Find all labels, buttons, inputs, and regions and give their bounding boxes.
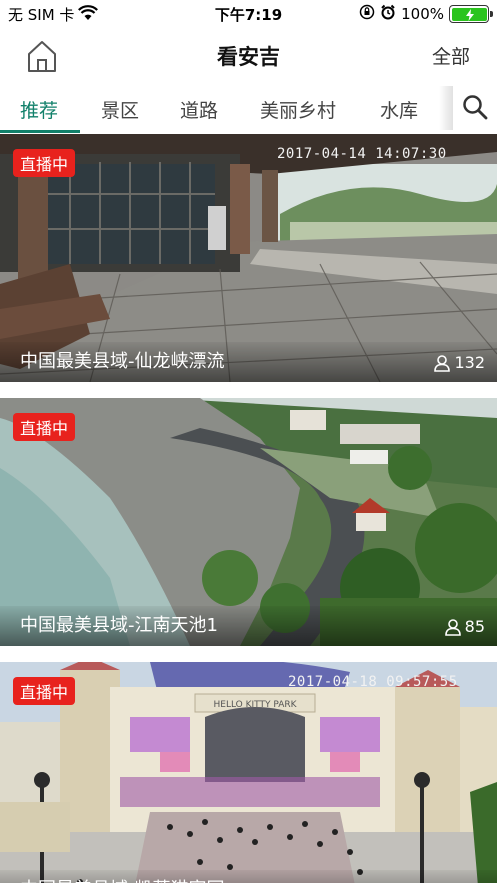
live-badge: 直播中: [13, 149, 76, 177]
page-title: 看安吉: [217, 45, 280, 69]
alarm-icon: [380, 4, 396, 24]
stream-timestamp: 2017-04-14 14:07:30: [277, 146, 447, 162]
home-icon: [28, 41, 56, 72]
battery-icon: [449, 5, 493, 23]
viewer-icon: [434, 354, 451, 372]
home-button[interactable]: [22, 36, 62, 76]
tab-villages[interactable]: 美丽乡村: [260, 96, 336, 123]
stream-card[interactable]: HELLO KITTY PARK 直播中 2017-04-18 09:57:55: [0, 662, 497, 883]
search-icon: [463, 95, 488, 120]
viewer-count-value: 85: [464, 617, 485, 636]
live-badge: 直播中: [13, 677, 76, 705]
battery-percent: 100%: [401, 5, 444, 23]
battery-level: [451, 7, 487, 21]
viewer-count-value: 132: [454, 353, 485, 372]
viewer-count: 85: [444, 617, 485, 636]
stream-feed: 直播中 2017-04-14 14:07:30 中国最美县域-仙龙峡漂流 132: [0, 134, 497, 883]
active-tab-indicator: [0, 130, 80, 133]
tab-reservoir[interactable]: 水库: [380, 96, 418, 123]
live-badge: 直播中: [13, 413, 76, 441]
stream-card[interactable]: 直播中 2017-04-14 14:07:30 中国最美县域-仙龙峡漂流 132: [0, 134, 497, 382]
stream-title: 中国最美县域-凯蒂猫家园: [20, 875, 225, 883]
tab-scenic[interactable]: 景区: [101, 96, 139, 123]
stream-card[interactable]: 直播中 中国最美县域-江南天池1 85: [0, 398, 497, 646]
stream-timestamp: 2017-04-18 09:57:55: [288, 674, 458, 690]
all-button[interactable]: 全部: [432, 42, 470, 69]
orientation-lock-icon: [359, 4, 375, 24]
viewer-icon: [444, 618, 461, 636]
search-button[interactable]: [453, 82, 497, 132]
tab-roads[interactable]: 道路: [180, 96, 218, 123]
stream-title: 中国最美县域-江南天池1: [20, 615, 218, 636]
status-bar: 无 SIM 卡 下午7:19 100%: [0, 0, 497, 28]
stream-title: 中国最美县域-仙龙峡漂流: [20, 351, 225, 372]
viewer-count: 132: [433, 353, 485, 372]
nav-bar: 看安吉 全部: [0, 28, 497, 80]
tab-recommend[interactable]: 推荐: [20, 96, 58, 123]
category-tabs: 推荐 景区 道路 美丽乡村 水库: [0, 82, 497, 134]
